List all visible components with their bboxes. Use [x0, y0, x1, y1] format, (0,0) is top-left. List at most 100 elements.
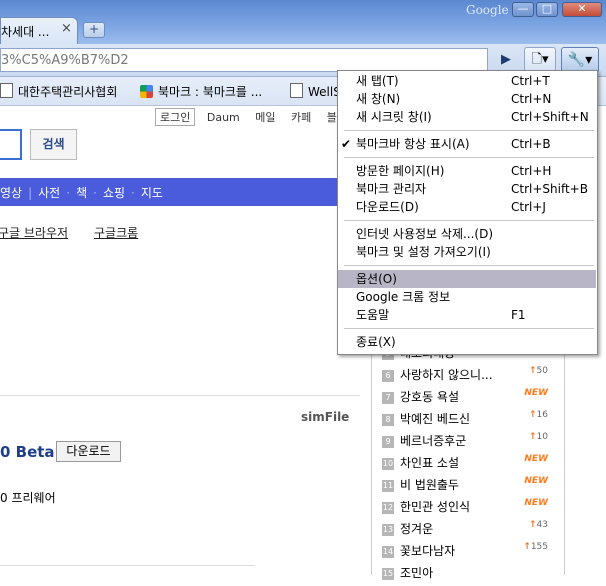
ranking-item[interactable]: 10 차인표 소설 NEW — [382, 454, 552, 476]
top-link[interactable]: 카페 — [291, 111, 311, 124]
ranking-item[interactable]: 9 베르너증후군 ↑10 — [382, 432, 552, 454]
search-button[interactable]: 검색 — [30, 129, 77, 160]
nav-item[interactable]: 쇼핑 — [103, 186, 125, 200]
menu-item-shortcut: Ctrl+N — [511, 92, 552, 106]
top-links: 로그인 Daum 메일 카페 블 — [155, 108, 349, 126]
new-badge: NEW — [524, 454, 548, 464]
tab-title: 차세대 ... — [1, 25, 50, 39]
menu-item[interactable]: 옵션(O) — [338, 270, 596, 288]
check-icon: ✔ — [341, 137, 352, 151]
bookmark-label: 북마크 : 북마크를 ... — [158, 85, 263, 99]
bookmark-item[interactable]: 북마크 : 북마크를 ... — [140, 83, 262, 100]
menu-item[interactable]: 방문한 페이지(H) Ctrl+H — [338, 162, 596, 180]
menu-item-shortcut: Ctrl+H — [511, 164, 552, 178]
menu-item-label: 새 창(N) — [356, 92, 401, 106]
menu-separator — [344, 220, 594, 221]
minimize-button[interactable]: — — [512, 2, 534, 17]
top-link[interactable]: Daum — [207, 111, 240, 124]
page-icon — [0, 83, 13, 98]
menu-item[interactable]: 새 창(N) Ctrl+N — [338, 90, 596, 108]
nav-links: 영상 | 사전 · 책 · 쇼핑 · 지도 — [0, 186, 163, 200]
ranking-item[interactable]: 12 한민관 성인식 NEW — [382, 498, 552, 520]
badge-text: NEW — [524, 498, 548, 508]
menu-item-shortcut: Ctrl+Shift+B — [511, 182, 588, 196]
login-button[interactable]: 로그인 — [155, 108, 196, 126]
ranking-item[interactable]: 15 조민아 — [382, 564, 552, 586]
ranking-item[interactable]: 8 박예진 베드신 ↑16 — [382, 410, 552, 432]
menu-item-shortcut: F1 — [511, 308, 526, 322]
arrow-up-icon: ↑ — [529, 366, 537, 376]
rank-number: 7 — [382, 392, 394, 404]
ranking-item[interactable]: 13 정겨운 ↑43 — [382, 520, 552, 542]
menu-item-label: 방문한 페이지(H) — [356, 164, 445, 178]
tab-close-icon[interactable]: × — [61, 21, 72, 36]
menu-item[interactable]: 새 탭(T) Ctrl+T — [338, 72, 596, 90]
go-icon[interactable]: ▶ — [494, 48, 518, 72]
window-close-button[interactable]: ✕ — [562, 2, 602, 17]
arrow-up-icon: ↑ — [529, 432, 537, 442]
rank-number: 13 — [382, 524, 394, 536]
nav-item[interactable]: 지도 — [141, 186, 163, 200]
menu-item[interactable]: 인터넷 사용정보 삭제...(D) — [338, 225, 596, 243]
ranking-item[interactable]: 11 비 법원출두 NEW — [382, 476, 552, 498]
menu-item[interactable]: 도움말 F1 — [338, 306, 596, 324]
menu-separator — [344, 328, 594, 329]
menu-item[interactable]: 새 시크릿 창(I) Ctrl+Shift+N — [338, 108, 596, 126]
bookmark-label: WellS — [308, 85, 341, 99]
top-link[interactable]: 메일 — [255, 111, 275, 124]
arrow-up-icon: ↑ — [529, 520, 537, 530]
menu-item-label: 새 탭(T) — [356, 74, 399, 88]
menu-item[interactable]: 북마크 및 설정 가져오기(I) — [338, 243, 596, 261]
ranking-item[interactable]: 7 강호동 욕설 NEW — [382, 388, 552, 410]
address-bar[interactable]: 3%C5%A9%B7%D2 — [0, 48, 488, 72]
search-input[interactable] — [0, 129, 22, 160]
menu-item[interactable]: ✔ 북마크바 항상 표시(A) Ctrl+B — [338, 135, 596, 153]
rank-keyword: 정겨운 — [400, 522, 434, 536]
rank-up-badge: ↑10 — [529, 432, 548, 442]
nav-item[interactable]: 영상 — [0, 186, 22, 200]
rank-number: 14 — [382, 546, 394, 558]
menu-item-label: 다운로드(D) — [356, 200, 419, 214]
menu-item-label: 인터넷 사용정보 삭제...(D) — [356, 227, 494, 241]
rank-keyword: 한민관 성인식 — [400, 500, 471, 514]
badge-text: NEW — [524, 476, 548, 486]
new-tab-button[interactable]: + — [83, 22, 105, 38]
link-google-chrome[interactable]: 구글크롬 — [94, 224, 138, 241]
menu-item[interactable]: 종료(X) — [338, 333, 596, 351]
google-icon — [140, 85, 153, 98]
menu-separator — [344, 130, 594, 131]
badge-text: NEW — [524, 454, 548, 464]
menu-item-label: 옵션(O) — [356, 272, 397, 286]
menu-item-label: 종료(X) — [356, 335, 396, 349]
menu-item[interactable]: Google 크롬 정보 — [338, 288, 596, 306]
nav-item[interactable]: 사전 — [38, 186, 60, 200]
download-button[interactable]: 다운로드 — [56, 441, 121, 462]
rank-up-badge: ↑155 — [523, 542, 548, 552]
top-link[interactable]: 블 — [327, 111, 337, 124]
badge-text: 155 — [530, 542, 548, 552]
nav-item[interactable]: 책 — [76, 186, 87, 200]
link-google-browser[interactable]: 구글 브라우저 — [0, 224, 68, 241]
menu-item-shortcut: Ctrl+T — [511, 74, 550, 88]
rank-keyword: 박예진 베드신 — [400, 412, 471, 426]
bookmark-item[interactable]: WellS — [290, 83, 341, 99]
menu-item[interactable]: 북마크 관리자 Ctrl+Shift+B — [338, 180, 596, 198]
badge-text: 10 — [536, 432, 548, 442]
tab-active[interactable]: 차세대 ... × — [0, 17, 78, 44]
version-title: 0 Beta — [0, 443, 55, 461]
rank-number: 9 — [382, 436, 394, 448]
bookmark-item[interactable]: 대한주택관리사협회 — [0, 83, 117, 100]
rank-number: 15 — [382, 568, 394, 580]
ranking-item[interactable]: 14 꽃보다남자 ↑155 — [382, 542, 552, 564]
ranking-item[interactable]: 6 사랑하지 않으니... ↑50 — [382, 366, 552, 388]
rank-keyword: 베르너증후군 — [400, 434, 467, 448]
divider — [0, 395, 360, 396]
page-icon — [290, 83, 303, 98]
maximize-button[interactable]: □ — [536, 2, 558, 17]
menu-item-label: 북마크 관리자 — [356, 182, 427, 196]
rank-number: 12 — [382, 502, 394, 514]
new-badge: NEW — [524, 498, 548, 508]
menu-item[interactable]: 다운로드(D) Ctrl+J — [338, 198, 596, 216]
menu-item-shortcut: Ctrl+J — [511, 200, 546, 214]
arrow-up-icon: ↑ — [523, 542, 531, 552]
